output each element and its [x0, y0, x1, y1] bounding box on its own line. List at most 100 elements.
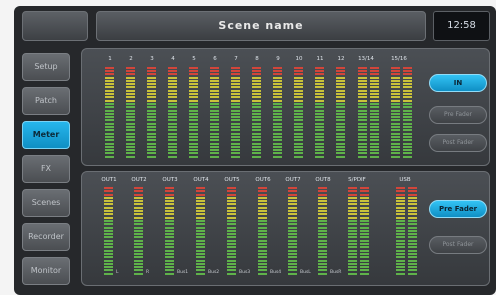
meter-segment — [104, 196, 113, 199]
meter-segment — [126, 86, 135, 89]
meter-segment — [227, 246, 236, 249]
nav-fx[interactable]: FX — [22, 155, 70, 183]
meter-segment — [126, 109, 135, 112]
meter-segment — [147, 149, 156, 152]
meter-segment — [288, 239, 297, 242]
meter-segment — [227, 210, 236, 212]
meter-segment — [360, 223, 369, 226]
output-sublabel: Bus1 — [177, 270, 189, 275]
meter-segment — [134, 206, 143, 209]
meter-segment — [210, 76, 219, 79]
meter-segment — [227, 213, 236, 216]
output-sublabel: Bus2 — [208, 270, 220, 275]
meter-segment — [227, 249, 236, 252]
meter-segment — [336, 142, 345, 145]
meter-segment — [252, 135, 261, 138]
meter-segment — [288, 213, 297, 216]
nav-scenes[interactable]: Scenes — [22, 189, 70, 217]
nav-meter[interactable]: Meter — [22, 121, 70, 149]
meter-segment — [105, 116, 114, 119]
meter-segment — [396, 272, 405, 275]
meter-segment — [126, 89, 135, 92]
meter-segment — [315, 112, 324, 115]
meter-segment — [168, 96, 177, 99]
meter-segment — [288, 272, 297, 275]
meter-segment — [358, 106, 367, 109]
meter-segment — [273, 96, 282, 99]
meter-segment — [391, 135, 400, 138]
meter-segment — [134, 223, 143, 226]
meter-segment — [315, 106, 324, 109]
meter-segment — [165, 223, 174, 226]
meter-segment — [408, 259, 417, 262]
meter-segment — [336, 96, 345, 99]
meter-segment — [273, 66, 282, 69]
meter-segment — [252, 112, 261, 115]
meter-segment — [165, 213, 174, 216]
meter-segment — [294, 152, 303, 155]
meter-segment — [258, 236, 267, 239]
meter-segment — [288, 249, 297, 252]
meter-segment — [134, 243, 143, 245]
meter-segment — [391, 93, 400, 95]
meter-segment — [288, 236, 297, 239]
meter-segment — [196, 200, 205, 203]
nav-recorder[interactable]: Recorder — [22, 223, 70, 251]
meter-segment — [227, 229, 236, 232]
meter-segment — [370, 142, 379, 145]
meter-segment — [134, 190, 143, 193]
meter-segment — [126, 69, 135, 72]
meter-segment — [318, 223, 327, 226]
meter-segment — [370, 83, 379, 86]
meter-segment — [348, 266, 357, 269]
meter-segment — [168, 152, 177, 155]
output-post-fader-button[interactable]: Post Fader — [429, 236, 487, 254]
meter-segment — [165, 186, 174, 189]
meter-segment — [370, 149, 379, 152]
meter-segment — [134, 210, 143, 212]
meter-segment — [104, 246, 113, 249]
meter-segment — [315, 83, 324, 86]
input-source-in-button[interactable]: IN — [429, 74, 487, 92]
input-pre-fader-button[interactable]: Pre Fader — [429, 106, 487, 124]
meter-segment — [391, 152, 400, 155]
meter-segment — [358, 155, 367, 158]
meter-segment — [165, 203, 174, 206]
meter-segment — [134, 259, 143, 262]
output-pre-fader-button[interactable]: Pre Fader — [429, 200, 487, 218]
meter-segment — [318, 243, 327, 245]
meter-segment — [165, 266, 174, 269]
meter-segment — [227, 256, 236, 259]
meter-segment — [336, 122, 345, 125]
meter-segment — [168, 106, 177, 109]
meter-segment — [252, 102, 261, 105]
meter-segment — [105, 102, 114, 105]
meter-segment — [227, 223, 236, 226]
meter-segment — [134, 272, 143, 275]
meter-segment — [318, 229, 327, 232]
meter-segment — [147, 116, 156, 119]
back-button[interactable] — [22, 11, 88, 41]
nav-monitor[interactable]: Monitor — [22, 257, 70, 285]
meter-segment — [408, 203, 417, 206]
meter-segment — [408, 190, 417, 193]
meter-segment — [294, 116, 303, 119]
meter-segment — [147, 139, 156, 142]
nav-setup[interactable]: Setup — [22, 53, 70, 81]
meter-segment — [258, 239, 267, 242]
scene-name-display[interactable]: Scene name — [96, 11, 426, 41]
meter-segment — [408, 246, 417, 249]
meter-segment — [231, 69, 240, 72]
meter-segment — [391, 66, 400, 69]
meter-segment — [408, 266, 417, 269]
meter-segment — [147, 86, 156, 89]
meter-segment — [147, 69, 156, 72]
meter-segment — [336, 102, 345, 105]
meter-segment — [231, 79, 240, 82]
meter-segment — [273, 99, 282, 102]
meter-segment — [391, 89, 400, 92]
meter-segment — [391, 76, 400, 79]
nav-patch[interactable]: Patch — [22, 87, 70, 115]
input-post-fader-button[interactable]: Post Fader — [429, 134, 487, 152]
meter-segment — [104, 206, 113, 209]
